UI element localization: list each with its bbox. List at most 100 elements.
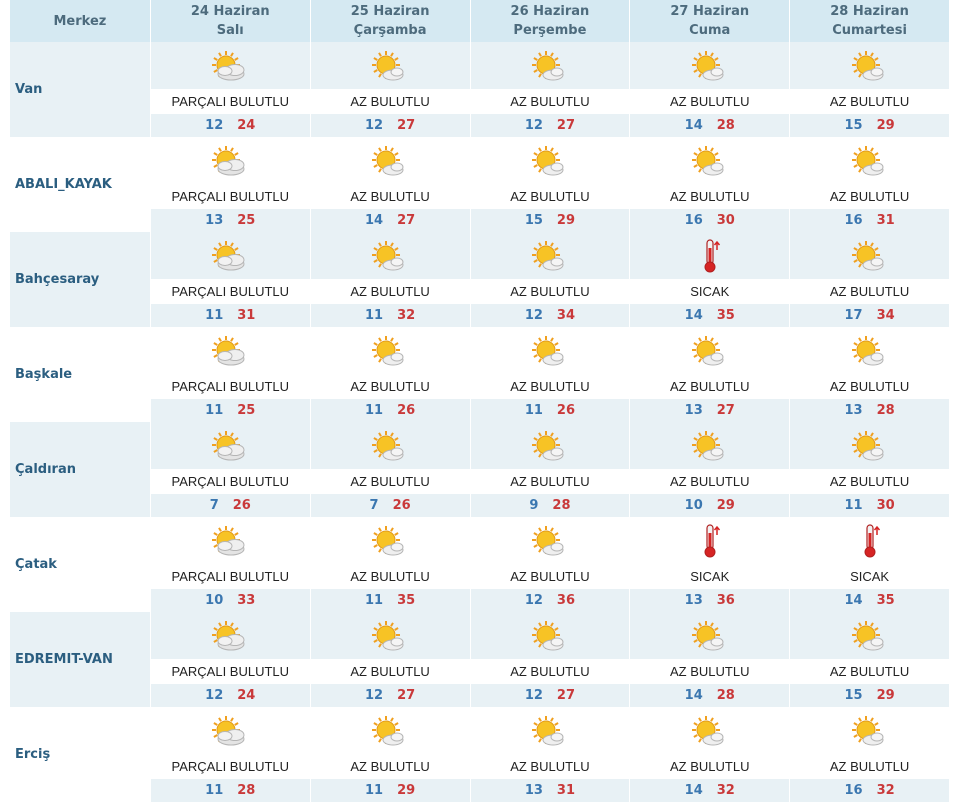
- city-row: Başkale PARÇALI BULUTLU 11 25 AZ BULUTLU 11 26…: [10, 327, 949, 422]
- low-temp: 13: [684, 593, 703, 608]
- temperature-range: 14 35: [790, 589, 949, 612]
- forecast-cell: AZ BULUTLU 12 27: [469, 612, 630, 707]
- forecast-cell: PARÇALI BULUTLU 11 25: [149, 327, 310, 422]
- temperature-range: 11 29: [310, 779, 470, 802]
- condition-text: PARÇALI BULUTLU: [150, 754, 310, 779]
- condition-text: AZ BULUTLU: [470, 564, 630, 589]
- low-temp: 11: [205, 403, 224, 418]
- forecast-cell: AZ BULUTLU 11 32: [309, 232, 470, 327]
- condition-text: AZ BULUTLU: [310, 469, 470, 494]
- low-temp: 11: [205, 308, 224, 323]
- temperature-range: 9 28: [470, 494, 630, 517]
- temperature-range: 11 28: [150, 779, 310, 802]
- temperature-range: 16 30: [630, 209, 790, 232]
- high-temp: 24: [237, 118, 256, 133]
- forecast-table: Merkez 24 Haziran Salı 25 Haziran Çarşam…: [10, 0, 949, 802]
- day-date: 24 Haziran: [190, 4, 270, 19]
- condition-text: PARÇALI BULUTLU: [150, 279, 310, 304]
- day-weekday: Perşembe: [513, 23, 587, 38]
- low-temp: 11: [365, 783, 384, 798]
- day-header: 25 Haziran Çarşamba: [309, 0, 470, 42]
- high-temp: 34: [876, 308, 895, 323]
- forecast-cell: AZ BULUTLU 12 34: [469, 232, 630, 327]
- high-temp: 29: [397, 783, 416, 798]
- condition-text: PARÇALI BULUTLU: [150, 184, 310, 209]
- temperature-range: 7 26: [310, 494, 470, 517]
- city-name[interactable]: EDREMIT-VAN: [10, 612, 150, 707]
- high-temp: 26: [232, 498, 251, 513]
- high-temp: 29: [876, 118, 895, 133]
- forecast-cell: AZ BULUTLU 14 28: [629, 612, 790, 707]
- forecast-cell: AZ BULUTLU 13 31: [469, 707, 630, 802]
- temperature-range: 11 30: [790, 494, 949, 517]
- low-temp: 14: [684, 688, 703, 703]
- condition-text: PARÇALI BULUTLU: [150, 469, 310, 494]
- city-name[interactable]: Başkale: [10, 327, 150, 422]
- high-temp: 30: [876, 498, 895, 513]
- temperature-range: 15 29: [790, 684, 949, 707]
- high-temp: 31: [237, 308, 256, 323]
- city-name[interactable]: Van: [10, 42, 150, 137]
- low-temp: 14: [684, 308, 703, 323]
- day-weekday: Çarşamba: [353, 23, 427, 38]
- low-temp: 14: [844, 593, 863, 608]
- low-temp: 13: [684, 403, 703, 418]
- partly-cloudy-icon: [151, 137, 310, 184]
- city-name[interactable]: Bahçesaray: [10, 232, 150, 327]
- mostly-sunny-icon: [470, 42, 630, 89]
- forecast-cell: AZ BULUTLU 14 27: [309, 137, 470, 232]
- condition-text: AZ BULUTLU: [470, 374, 630, 399]
- high-temp: 35: [876, 593, 895, 608]
- city-name[interactable]: Çaldıran: [10, 422, 150, 517]
- low-temp: 11: [365, 403, 384, 418]
- condition-text: AZ BULUTLU: [630, 469, 790, 494]
- condition-text: AZ BULUTLU: [470, 89, 630, 114]
- forecast-cell: PARÇALI BULUTLU 12 24: [149, 612, 310, 707]
- high-temp: 35: [397, 593, 416, 608]
- high-temp: 35: [716, 308, 735, 323]
- low-temp: 12: [524, 118, 543, 133]
- condition-text: AZ BULUTLU: [310, 89, 470, 114]
- low-temp: 12: [205, 688, 224, 703]
- temperature-range: 11 25: [150, 399, 310, 422]
- city-name[interactable]: ABALI_KAYAK: [10, 137, 150, 232]
- high-temp: 28: [876, 403, 895, 418]
- high-temp: 28: [716, 118, 735, 133]
- mostly-sunny-icon: [630, 707, 789, 754]
- day-date: 28 Haziran: [830, 4, 909, 19]
- high-temp: 27: [397, 213, 416, 228]
- city-name[interactable]: Erciş: [10, 707, 150, 802]
- mostly-sunny-icon: [630, 612, 790, 659]
- high-temp: 34: [556, 308, 576, 323]
- forecast-cell: AZ BULUTLU 13 27: [629, 327, 790, 422]
- temperature-range: 11 31: [150, 304, 310, 327]
- forecast-cell: AZ BULUTLU 16 31: [789, 137, 949, 232]
- city-row: Van PARÇALI BULUTLU 12 24 AZ BULUTLU 12 27 AZ B…: [10, 42, 949, 137]
- city-row: Erciş PARÇALI BULUTLU 11 28 AZ BULUTLU 11 29 AZ…: [10, 707, 949, 802]
- condition-text: PARÇALI BULUTLU: [150, 659, 310, 684]
- forecast-cell: AZ BULUTLU 12 27: [309, 42, 470, 137]
- thermometer-icon: [630, 232, 790, 279]
- mostly-sunny-icon: [471, 517, 630, 564]
- temperature-range: 15 29: [470, 209, 630, 232]
- low-temp: 7: [209, 498, 219, 513]
- mostly-sunny-icon: [311, 327, 470, 374]
- forecast-cell: AZ BULUTLU 15 29: [789, 42, 949, 137]
- high-temp: 33: [237, 593, 256, 608]
- forecast-cell: PARÇALI BULUTLU 13 25: [149, 137, 310, 232]
- temperature-range: 11 35: [310, 589, 470, 612]
- temperature-range: 12 27: [470, 684, 630, 707]
- city-name[interactable]: Çatak: [10, 517, 150, 612]
- condition-text: AZ BULUTLU: [310, 184, 470, 209]
- forecast-cell: AZ BULUTLU 12 36: [469, 517, 630, 612]
- thermometer-icon: [790, 517, 949, 564]
- day-header: 27 Haziran Cuma: [629, 0, 789, 42]
- mostly-sunny-icon: [790, 422, 949, 469]
- mostly-sunny-icon: [311, 137, 470, 184]
- low-temp: 10: [684, 498, 703, 513]
- day-header: 24 Haziran Salı: [149, 0, 310, 42]
- high-temp: 31: [876, 213, 895, 228]
- low-temp: 11: [205, 783, 224, 798]
- high-temp: 32: [716, 783, 735, 798]
- condition-text: AZ BULUTLU: [310, 659, 470, 684]
